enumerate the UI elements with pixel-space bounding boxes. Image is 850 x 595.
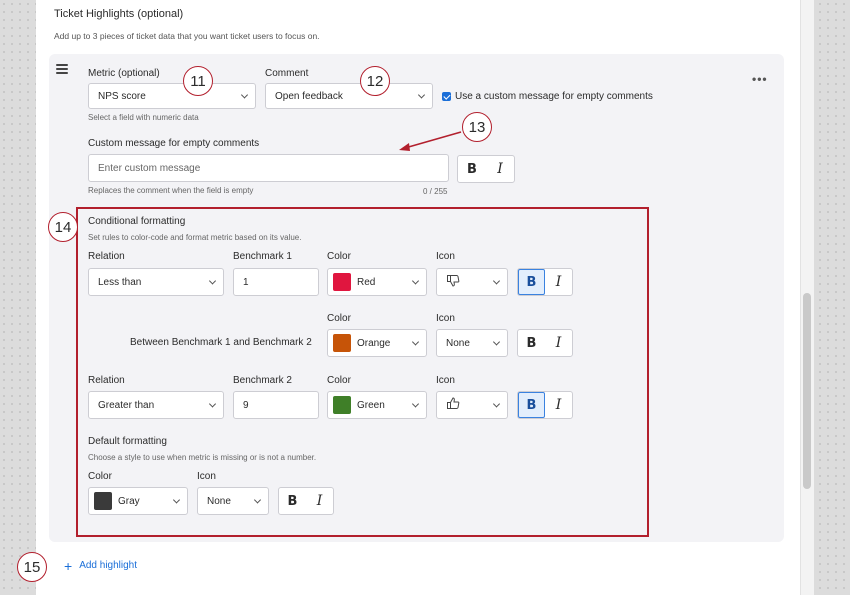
conditional-formatting-highlight-box	[76, 207, 649, 537]
plus-icon: +	[64, 557, 73, 574]
section-subtitle: Add up to 3 pieces of ticket data that y…	[54, 31, 320, 41]
italic-button[interactable]: I	[486, 156, 514, 182]
metric-select-value: NPS score	[98, 90, 146, 102]
callout-arrow-icon	[399, 131, 462, 151]
callout-13: 13	[462, 112, 492, 142]
add-highlight-link[interactable]: + Add highlight	[64, 557, 138, 574]
custom-message-input[interactable]: Enter custom message	[88, 154, 449, 182]
more-options-icon[interactable]: •••	[752, 72, 768, 86]
custom-message-placeholder: Enter custom message	[98, 162, 201, 174]
comment-label: Comment	[265, 68, 309, 79]
custom-message-checkbox-label: Use a custom message for empty comments	[455, 91, 653, 102]
scrollbar-thumb[interactable]	[803, 293, 811, 489]
metric-hint: Select a field with numeric data	[88, 113, 199, 122]
custom-message-format-group: B I	[457, 155, 515, 183]
custom-message-label: Custom message for empty comments	[88, 138, 260, 149]
chevron-down-icon	[240, 91, 249, 99]
callout-15: 15	[17, 552, 47, 582]
comment-select[interactable]: Open feedback	[265, 83, 433, 109]
chevron-down-icon	[417, 91, 426, 99]
callout-14: 14	[48, 212, 78, 242]
character-counter: 0 / 255	[423, 187, 448, 196]
section-title: Ticket Highlights (optional)	[54, 8, 184, 20]
add-highlight-label: Add highlight	[79, 560, 138, 571]
callout-11: 11	[183, 66, 213, 96]
callout-12: 12	[360, 66, 390, 96]
bold-button[interactable]: B	[458, 156, 486, 182]
comment-select-value: Open feedback	[275, 90, 343, 102]
custom-message-checkbox[interactable]	[442, 92, 451, 101]
custom-message-hint: Replaces the comment when the field is e…	[88, 186, 254, 195]
metric-select[interactable]: NPS score	[88, 83, 256, 109]
metric-label: Metric (optional)	[88, 68, 160, 79]
drag-handle-icon[interactable]	[56, 64, 68, 74]
